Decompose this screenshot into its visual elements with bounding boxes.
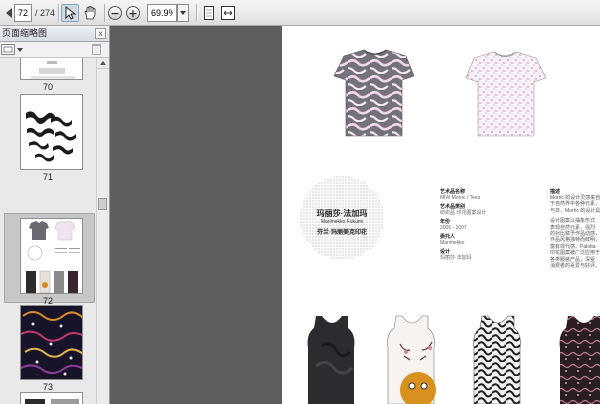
panel-header: 页面缩略图 x	[0, 26, 109, 42]
tee-white-illustration	[465, 51, 547, 137]
description-line: 与日，Morric 的设计具有	[550, 207, 600, 214]
tank-dark-pink-illustration	[559, 316, 600, 404]
scrollbar-thumb[interactable]	[98, 198, 107, 210]
circle-subtitle: Marimekko Fukumi	[320, 219, 364, 225]
fit-page-button[interactable]	[200, 4, 218, 22]
description-line: 消费者的喜爱与好评。	[550, 263, 600, 270]
plus-icon: +	[126, 6, 140, 20]
description-line: 设计图案以抽象形式	[550, 218, 596, 225]
description-line: 作品风格独特而鲜明，	[550, 237, 600, 244]
thumbnail-label: 70	[42, 82, 53, 92]
thumbnail-image	[21, 393, 82, 404]
page-number-input[interactable]	[14, 4, 32, 22]
circle-caption: 芬兰·玛丽美克印花	[317, 230, 367, 236]
artwork-description: 描述 Morric 的设计灵感来自 于自然界中各种元素， 与日，Morric 的…	[550, 186, 600, 269]
arrow-left-icon	[6, 8, 12, 18]
tank-white-illustration	[387, 315, 436, 404]
chevron-down-icon	[180, 11, 186, 15]
zoom-dropdown-button[interactable]	[177, 4, 189, 22]
thumbnail-page-73[interactable]	[20, 305, 83, 380]
circle-title: 玛丽莎·法加玛	[316, 209, 368, 218]
zoom-in-button[interactable]: +	[124, 4, 142, 22]
cursor-arrow-icon	[65, 6, 76, 20]
zoom-level-input[interactable]	[147, 4, 177, 22]
thumbnail-label: 71	[42, 172, 53, 182]
fit-width-button[interactable]	[219, 4, 237, 22]
tank-pattern-illustration	[473, 315, 521, 404]
document-page: 玛丽莎·法加玛 Marimekko Fukumi 芬兰·玛丽美克印花 艺术品名称…	[282, 26, 600, 404]
thumbnail-options-icon	[3, 46, 13, 53]
tee-grey-illustration	[333, 49, 415, 137]
thumbnail-image	[21, 219, 82, 293]
thumbnail-panel: 页面缩略图 x 70 71 72 73	[0, 26, 110, 404]
scroll-up-button[interactable]	[97, 58, 109, 69]
panel-close-button[interactable]: x	[95, 28, 106, 39]
fit-width-icon	[221, 6, 235, 20]
document-viewport[interactable]: 玛丽莎·法加玛 Marimekko Fukumi 芬兰·玛丽美克印花 艺术品名称…	[110, 26, 600, 404]
detail-value: 2006 - 2007	[440, 225, 467, 231]
thumbnail-label: 73	[42, 382, 53, 392]
trash-icon[interactable]	[92, 44, 101, 55]
toolbar: / 274 − +	[0, 0, 600, 26]
description-line: 于自然界中各种元素，	[550, 201, 600, 208]
thumbnail-image	[21, 306, 82, 379]
toolbar-divider	[196, 4, 197, 22]
thumbnail-list: 70 71 72 73	[0, 58, 96, 404]
detail-value: Marimekko	[440, 240, 465, 246]
zoom-out-button[interactable]: −	[106, 4, 124, 22]
thumbnail-image	[21, 58, 82, 79]
thumbnail-page-74[interactable]	[20, 392, 83, 404]
close-icon: x	[98, 29, 103, 38]
detail-value: 纺织品 印花图案设计	[440, 210, 487, 216]
page-count: / 274	[35, 8, 56, 18]
toolbar-divider	[104, 4, 105, 22]
panel-options-button[interactable]	[1, 44, 15, 55]
chevron-down-icon[interactable]	[17, 48, 23, 52]
select-tool-button[interactable]	[61, 4, 79, 22]
panel-toolbar	[0, 42, 109, 58]
fit-page-icon	[204, 6, 214, 20]
hand-tool-button[interactable]	[81, 4, 99, 22]
thumbnail-page-72[interactable]	[20, 218, 83, 294]
panel-title: 页面缩略图	[2, 29, 48, 39]
arrow-up-icon	[100, 61, 106, 65]
thumbnail-page-70[interactable]	[20, 58, 83, 80]
thumbnail-page-71[interactable]	[20, 94, 83, 170]
detail-value: MIW Morric / Tees	[440, 195, 481, 201]
tank-black-illustration	[307, 316, 355, 404]
toolbar-divider	[58, 4, 59, 22]
thumbnail-scrollbar[interactable]	[96, 58, 109, 404]
minus-icon: −	[108, 6, 122, 20]
artwork-details: 艺术品名称 MIW Morric / Tees 艺术品类别 纺织品 印花图案设计…	[440, 186, 540, 261]
thumbnail-image	[21, 95, 82, 169]
hand-icon	[84, 6, 96, 20]
detail-value: 玛丽莎·法加玛	[440, 255, 472, 261]
description-line: 印花图案被广泛应用于	[550, 250, 600, 257]
